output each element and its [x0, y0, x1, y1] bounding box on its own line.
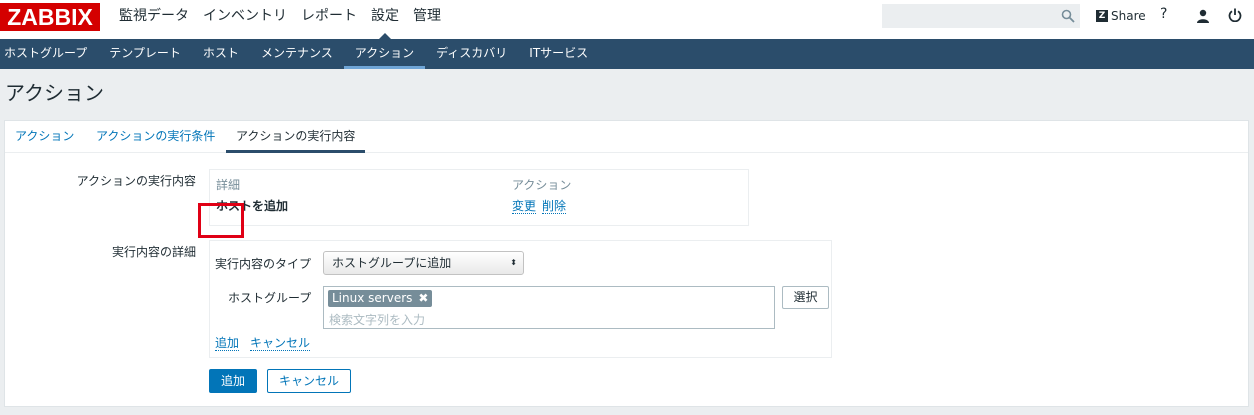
- edit-link[interactable]: 変更: [512, 199, 537, 214]
- hostgroup-chip: Linux servers ✖: [328, 290, 433, 307]
- select-button[interactable]: 選択: [782, 286, 829, 309]
- operations-table: 詳細 アクション ホストを追加 変更 削除: [209, 169, 749, 226]
- col-action-header: アクション: [512, 178, 572, 192]
- main-nav-monitoring[interactable]: 監視データ: [112, 0, 196, 39]
- tab-operations[interactable]: アクションの実行内容: [226, 121, 366, 153]
- operations-label: アクションの実行内容: [76, 174, 196, 188]
- help-icon[interactable]: ?: [1160, 6, 1167, 22]
- remove-chip-icon[interactable]: ✖: [418, 290, 428, 307]
- page-title: アクション: [5, 81, 104, 105]
- main-nav-administration[interactable]: 管理: [406, 0, 448, 39]
- main-nav-reports[interactable]: レポート: [294, 0, 364, 39]
- operation-details-panel: 実行内容のタイプ ホストグループに追加 ⬍ ホストグループ Linux serv…: [209, 240, 832, 358]
- share-z-icon: Z: [1096, 10, 1108, 22]
- top-header: ZABBIX 監視データ インベントリ レポート 設定 管理 Z Share ?: [0, 0, 1254, 39]
- form-tabs: アクション アクションの実行条件 アクションの実行内容: [5, 121, 1248, 153]
- hostgroup-search-input[interactable]: 検索文字列を入力: [329, 311, 425, 328]
- user-icon[interactable]: [1196, 9, 1210, 23]
- operation-type-select[interactable]: ホストグループに追加 ⬍: [323, 251, 524, 275]
- operation-type-value: ホストグループに追加: [332, 256, 452, 270]
- inner-cancel-link[interactable]: キャンセル: [250, 336, 311, 351]
- operation-details-label: 実行内容の詳細: [111, 245, 196, 259]
- sub-nav-actions[interactable]: アクション: [343, 39, 426, 69]
- hostgroup-label: ホストグループ: [228, 291, 312, 305]
- tab-conditions[interactable]: アクションの実行条件: [86, 121, 225, 153]
- sub-nav-hosts[interactable]: ホスト: [192, 39, 250, 69]
- sub-nav-discovery[interactable]: ディスカバリ: [425, 39, 518, 69]
- share-label: Share: [1111, 9, 1146, 23]
- zabbix-logo[interactable]: ZABBIX: [0, 3, 100, 31]
- sub-nav-templates[interactable]: テンプレート: [98, 39, 192, 69]
- main-nav-configuration[interactable]: 設定: [364, 0, 406, 39]
- logout-power-icon[interactable]: [1228, 8, 1242, 22]
- annotation-highlight-box: [198, 203, 244, 238]
- sub-nav-maintenance[interactable]: メンテナンス: [250, 39, 344, 69]
- hostgroup-chip-label: Linux servers: [332, 291, 413, 305]
- main-nav: 監視データ インベントリ レポート 設定 管理: [112, 0, 448, 39]
- col-details-header: 詳細: [216, 178, 241, 192]
- tab-action[interactable]: アクション: [5, 121, 84, 153]
- select-updown-icon: ⬍: [510, 258, 517, 267]
- action-form-card: アクション アクションの実行条件 アクションの実行内容 アクションの実行内容 詳…: [4, 120, 1249, 407]
- sub-nav-host-groups[interactable]: ホストグループ: [0, 39, 98, 69]
- search-icon[interactable]: [1061, 9, 1075, 23]
- sub-nav-it-services[interactable]: ITサービス: [518, 39, 599, 69]
- cancel-button[interactable]: キャンセル: [267, 369, 351, 393]
- search-input[interactable]: [882, 4, 1080, 28]
- sub-nav: ホストグループ テンプレート ホスト メンテナンス アクション ディスカバリ I…: [0, 39, 1254, 69]
- inner-add-link[interactable]: 追加: [215, 336, 240, 351]
- delete-link[interactable]: 削除: [542, 199, 567, 214]
- main-nav-inventory[interactable]: インベントリ: [196, 0, 294, 39]
- operation-type-label: 実行内容のタイプ: [215, 257, 312, 271]
- hostgroup-multiselect[interactable]: Linux servers ✖ 検索文字列を入力: [323, 286, 775, 329]
- add-button[interactable]: 追加: [209, 369, 257, 393]
- share-button[interactable]: Z Share: [1096, 8, 1146, 24]
